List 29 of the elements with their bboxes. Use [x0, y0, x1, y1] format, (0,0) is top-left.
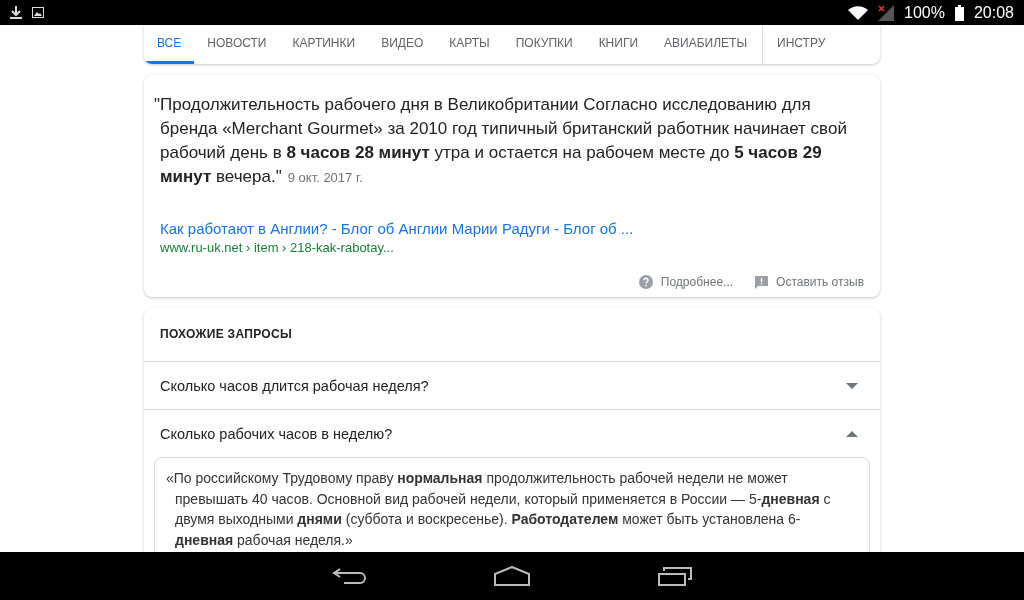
search-tab[interactable]: ВСЕ — [144, 25, 195, 64]
snippet-action-link[interactable]: Оставить отзыв — [755, 275, 864, 289]
result-url: www.ru-uk.net › item › 218-kak-rabotay... — [160, 240, 395, 255]
battery-percent: 100% — [904, 3, 945, 22]
search-tab[interactable]: КНИГИ — [585, 25, 652, 64]
search-tab[interactable]: КАРТИНКИ — [279, 25, 369, 64]
help-icon — [638, 275, 653, 289]
signal-icon — [878, 4, 895, 21]
related-question[interactable]: Сколько рабочих часов в неделю? — [144, 409, 880, 457]
search-tab[interactable]: ПОКУПКИ — [502, 25, 586, 64]
search-tab[interactable]: КАРТЫ — [436, 25, 503, 64]
image-icon — [32, 7, 44, 18]
related-title: ПОХОЖИЕ ЗАПРОСЫ — [159, 326, 293, 343]
related-question[interactable]: Сколько часов длится рабочая неделя? — [144, 361, 880, 409]
snippet-date: 9 окт. 2017 г. — [287, 170, 363, 185]
feedback-icon — [755, 275, 769, 289]
caret-down-icon — [846, 382, 858, 389]
result-link[interactable]: Как работают в Англии? - Блог об Англии Марии Радуги - Блог об ... — [160, 220, 864, 237]
search-tab[interactable]: АВИАБИЛЕТЫ — [651, 25, 760, 64]
wifi-icon — [848, 5, 869, 20]
snippet-quote: "Продолжительность рабочего дня в Великобритании Согласно исследованию для бренда «Merchant Gourmet» за 2010 год типичный британский работник начинает свой рабочий день в 8 часов 28 минут утра и остается на рабочем месте до 5 часов 29 минут вечера." 9 окт. 2017 г. — [154, 94, 848, 188]
search-tab[interactable]: НОВОСТИ — [194, 25, 280, 64]
clock-time: 20:08 — [973, 3, 1014, 22]
battery-icon — [954, 4, 964, 21]
snippet-action-link[interactable]: Подробнее... — [638, 275, 734, 289]
download-icon — [10, 6, 22, 19]
search-tab[interactable]: ВИДЕО — [368, 25, 437, 64]
search-tab[interactable]: ИНСТРУ — [769, 25, 834, 64]
caret-up-icon — [846, 430, 858, 437]
